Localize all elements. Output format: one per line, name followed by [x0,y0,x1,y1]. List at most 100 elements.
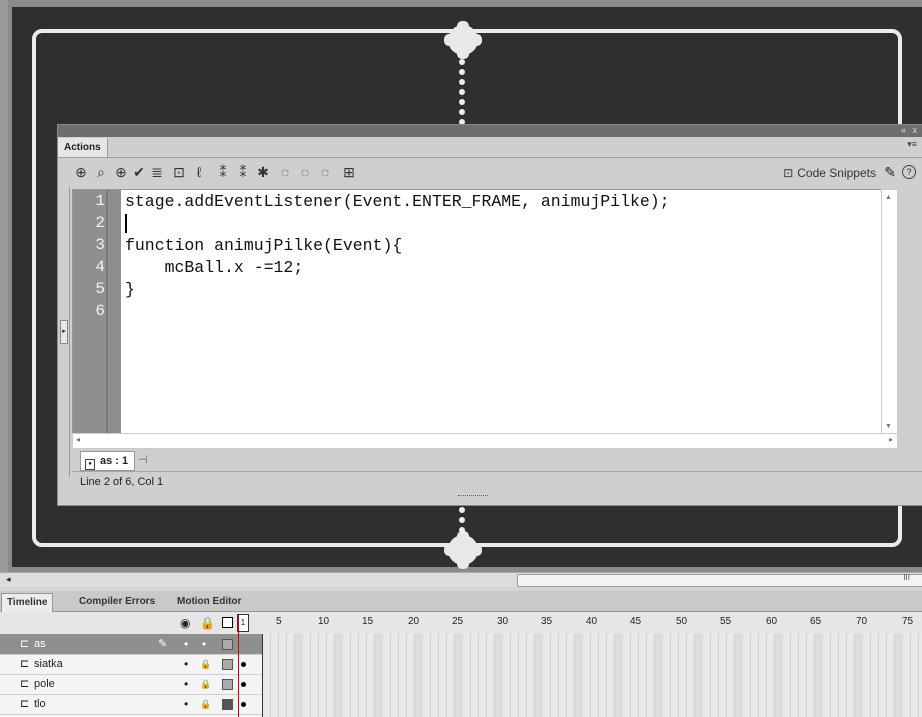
lock-icon[interactable]: 🔒 [200,616,215,630]
layer-row-as[interactable]: ⊏ as ✎ • • [0,634,262,655]
code-hint-icon[interactable]: ⊡ [172,164,186,180]
scroll-right-icon[interactable]: ▸ [889,435,893,444]
collapse-icon[interactable]: ⁑ [216,164,230,180]
frame-number: 5 [276,616,282,627]
auto-format-icon[interactable]: ≣ [150,164,164,180]
center-line-dot [459,99,465,105]
center-line-dot [459,59,465,65]
frame-marker [335,634,343,717]
lock-icon[interactable]: 🔒 [200,654,211,674]
tab-timeline[interactable]: Timeline [1,593,54,612]
scroll-down-icon[interactable]: ▼ [885,423,892,430]
text-caret [125,214,127,233]
script-file-icon: ● [85,459,95,470]
code-line[interactable]: mcBall.x -=12; [125,258,304,277]
layer-list: ⊏ as ✎ • • ⊏ siatka • 🔒 ⊏ pole • 🔒 ⊏ tlo… [0,634,262,717]
scrollbar-thumb[interactable] [517,574,922,587]
editor-vertical-scrollbar[interactable]: ▲ ▼ [881,189,898,435]
center-line-dot [459,89,465,95]
wand-icon[interactable]: ✎ [884,164,896,181]
frame-number: 45 [630,616,642,627]
visibility-dot-icon[interactable]: • [184,634,188,654]
outline-box-icon[interactable] [222,639,233,650]
frame-marker [415,634,423,717]
layer-name[interactable]: as [34,634,46,654]
visibility-dot-icon[interactable]: • [184,654,188,674]
outline-icon[interactable] [222,617,233,628]
stage-horizontal-scrollbar[interactable]: ◂ III [0,572,922,587]
panel-window-controls[interactable]: « x [901,125,919,135]
frame-marker [775,634,783,717]
frame-number: 40 [586,616,598,627]
visibility-dot-icon[interactable]: • [184,674,188,694]
visibility-dot-icon[interactable]: • [184,694,188,714]
show-hide-toolbox-icon[interactable]: ⊞ [342,164,356,180]
center-line-dot [459,527,465,533]
center-line-dot [459,517,465,523]
tab-actions[interactable]: Actions [58,138,108,157]
layer-icon: ⊏ [20,698,30,710]
target-icon[interactable]: ⊕ [114,164,128,180]
center-line-dot [459,79,465,85]
scroll-left-icon[interactable]: ◂ [6,574,11,585]
gutter-separator [106,190,108,434]
bottom-goal-shape [444,531,482,569]
layer-icon: ⊏ [20,638,30,650]
collapse-selection-icon[interactable]: ⁑ [236,164,250,180]
frame-number: 50 [676,616,688,627]
script-editor[interactable]: 1 2 3 4 5 6 stage.addEventListener(Event… [72,189,882,435]
outline-box-icon[interactable] [222,699,233,710]
line-number: 6 [95,302,105,320]
apply-block-comment-icon[interactable]: ◌ [278,164,292,180]
frame-number: 65 [810,616,822,627]
panel-title-bar[interactable]: « x [58,125,922,137]
eye-icon[interactable]: ◉ [180,616,190,630]
editor-horizontal-scrollbar[interactable]: ◂ ▸ [72,433,898,449]
find-icon[interactable]: ⌕ [94,164,108,180]
code-snippets-button[interactable]: ⊡ Code Snippets [783,166,876,180]
debug-options-icon[interactable]: ℓ [192,164,206,180]
apply-line-comment-icon[interactable]: ◌ [298,164,312,180]
frame-marker [295,634,303,717]
lock-icon[interactable]: 🔒 [200,674,211,694]
code-line[interactable]: function animujPilke(Event){ [125,236,402,255]
check-syntax-icon[interactable]: ✔ [132,164,146,180]
outline-box-icon[interactable] [222,679,233,690]
frame-marker [655,634,663,717]
code-snippets-icon: ⊡ [783,166,794,180]
layer-row-siatka[interactable]: ⊏ siatka • 🔒 [0,654,262,675]
script-tab[interactable]: ● as : 1 [80,451,136,471]
frame-number: 55 [720,616,732,627]
scroll-left-icon[interactable]: ◂ [76,435,80,444]
line-number: 4 [95,258,105,276]
outline-box-icon[interactable] [222,659,233,670]
pin-script-icon[interactable]: ⊣ [138,453,148,466]
frame-number: 60 [766,616,778,627]
code-line[interactable]: stage.addEventListener(Event.ENTER_FRAME… [125,192,670,211]
tab-motion-editor[interactable]: Motion Editor [172,593,246,611]
layer-row-pole[interactable]: ⊏ pole • 🔒 [0,674,262,695]
add-statement-icon[interactable]: ⊕ [74,164,88,180]
panel-resize-grip[interactable] [458,495,488,498]
stage-left-strip [0,0,8,572]
expand-toolbox-icon[interactable]: ▸ [60,320,68,344]
line-number: 3 [95,236,105,254]
lock-dot-icon[interactable]: • [202,634,206,654]
frames-grid[interactable] [262,634,922,717]
remove-comment-icon[interactable]: ◌ [318,164,332,180]
layer-row-tlo[interactable]: ⊏ tlo • 🔒 [0,694,262,715]
layer-name[interactable]: pole [34,674,55,694]
frame-marker [735,634,743,717]
layer-name[interactable]: siatka [34,654,63,674]
scroll-up-icon[interactable]: ▲ [885,194,892,201]
tab-compiler-errors[interactable]: Compiler Errors [74,593,160,611]
expand-all-icon[interactable]: ✱ [256,164,270,180]
layer-name[interactable]: tlo [34,694,46,714]
help-icon[interactable]: ? [902,165,916,179]
top-goal-shape [444,21,482,59]
playhead-line [238,615,247,717]
status-bar: Line 2 of 6, Col 1 [72,471,922,492]
code-line[interactable]: } [125,280,135,299]
lock-icon[interactable]: 🔒 [200,694,211,714]
panel-menu-icon[interactable]: ▾≡ [907,139,917,150]
